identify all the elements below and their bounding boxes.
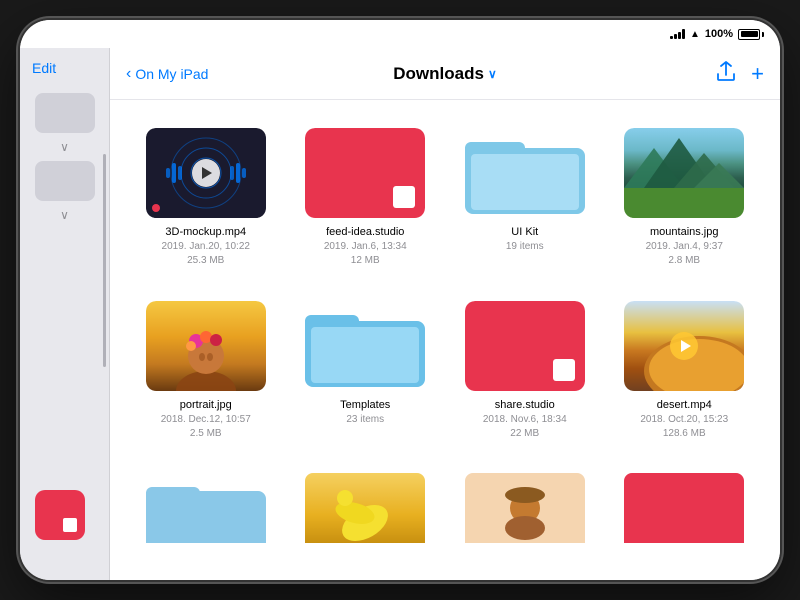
- share-button[interactable]: [717, 61, 735, 86]
- file-meta: 2018. Oct.20, 15:23128.6 MB: [640, 413, 728, 441]
- signal-icon: [670, 29, 685, 39]
- file-item[interactable]: [286, 461, 446, 564]
- file-thumbnail: [465, 301, 585, 391]
- nav-actions: +: [717, 61, 764, 87]
- file-name: Templates: [340, 399, 390, 411]
- sidebar-item-2: [35, 161, 95, 201]
- file-thumbnail: [146, 301, 266, 391]
- file-name: portrait.jpg: [180, 399, 232, 411]
- title-chevron-icon: ∨: [488, 67, 497, 81]
- file-item[interactable]: feed-idea.studio 2019. Jan.6, 13:3412 MB: [286, 116, 446, 289]
- status-bar: ▲ 100%: [20, 20, 780, 48]
- file-meta: 2018. Nov.6, 18:3422 MB: [483, 413, 567, 441]
- file-item[interactable]: [605, 461, 765, 564]
- file-item[interactable]: 3D-mockup.mp4 2019. Jan.20, 10:2225.3 MB: [126, 116, 286, 289]
- sidebar-item-1: [35, 93, 95, 133]
- page-title: Downloads: [393, 64, 484, 84]
- battery-percent: 100%: [705, 28, 733, 40]
- add-button[interactable]: +: [751, 61, 764, 87]
- main-content: Edit ∨ ∨ ‹ On My iPad Downloads ∨: [20, 48, 780, 580]
- sidebar-edit-button[interactable]: Edit: [32, 60, 56, 76]
- file-thumbnail: [624, 128, 744, 218]
- back-button[interactable]: ‹ On My iPad: [126, 65, 208, 83]
- back-label[interactable]: On My iPad: [135, 66, 208, 82]
- file-thumbnail: [146, 128, 266, 218]
- file-meta: 2019. Jan.4, 9:372.8 MB: [646, 240, 723, 268]
- file-item[interactable]: mountains.jpg 2019. Jan.4, 9:372.8 MB: [605, 116, 765, 289]
- sidebar-chevron-1: ∨: [60, 140, 69, 154]
- device-frame: ▲ 100% Edit ∨ ∨: [20, 20, 780, 580]
- file-item[interactable]: [126, 461, 286, 564]
- files-grid: 3D-mockup.mp4 2019. Jan.20, 10:2225.3 MB…: [110, 100, 780, 580]
- file-thumbnail: [465, 128, 585, 218]
- file-thumbnail: [305, 301, 425, 391]
- file-item[interactable]: desert.mp4 2018. Oct.20, 15:23128.6 MB: [605, 289, 765, 462]
- file-meta: 2018. Dec.12, 10:572.5 MB: [161, 413, 251, 441]
- file-thumbnail: [624, 301, 744, 391]
- sidebar-scrollbar: [103, 154, 106, 367]
- nav-title[interactable]: Downloads ∨: [393, 64, 496, 84]
- file-item[interactable]: Templates 23 items: [286, 289, 446, 462]
- file-name: desert.mp4: [657, 399, 712, 411]
- file-name: mountains.jpg: [650, 226, 719, 238]
- file-area: ‹ On My iPad Downloads ∨ +: [110, 48, 780, 580]
- file-name: 3D-mockup.mp4: [165, 226, 246, 238]
- status-icons: ▲ 100%: [670, 28, 764, 40]
- back-chevron-icon: ‹: [126, 65, 131, 83]
- file-item[interactable]: [445, 461, 605, 564]
- sidebar-bottom-item[interactable]: [35, 490, 85, 540]
- file-meta: 19 items: [506, 240, 544, 254]
- file-meta: 23 items: [346, 413, 384, 427]
- wifi-icon: ▲: [690, 29, 700, 40]
- sidebar-chevron-2: ∨: [60, 208, 69, 222]
- file-name: share.studio: [495, 399, 555, 411]
- file-meta: 2019. Jan.6, 13:3412 MB: [324, 240, 407, 268]
- file-item[interactable]: portrait.jpg 2018. Dec.12, 10:572.5 MB: [126, 289, 286, 462]
- file-item[interactable]: share.studio 2018. Nov.6, 18:3422 MB: [445, 289, 605, 462]
- file-name: UI Kit: [511, 226, 538, 238]
- sidebar: Edit ∨ ∨: [20, 48, 110, 580]
- file-thumbnail: [305, 128, 425, 218]
- file-name: feed-idea.studio: [326, 226, 404, 238]
- file-item[interactable]: UI Kit 19 items: [445, 116, 605, 289]
- nav-bar: ‹ On My iPad Downloads ∨ +: [110, 48, 780, 100]
- battery-icon: [738, 29, 764, 40]
- file-meta: 2019. Jan.20, 10:2225.3 MB: [162, 240, 250, 268]
